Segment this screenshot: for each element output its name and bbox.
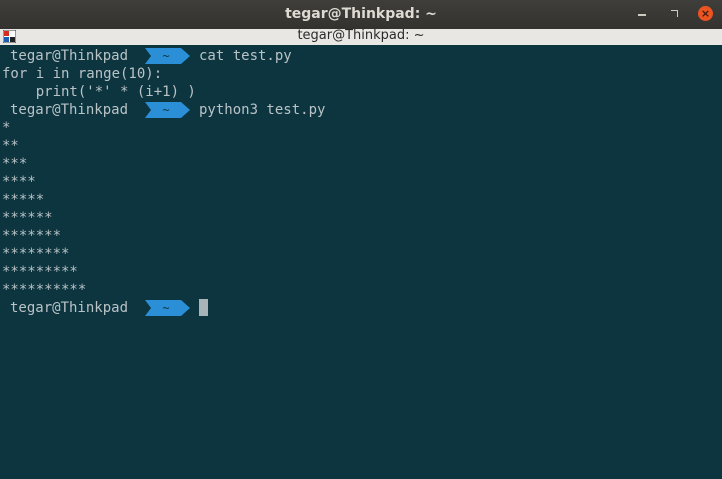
output-line: ******* (2, 228, 62, 244)
prompt-user-host: tegar@Thinkpad (10, 300, 129, 316)
window-title: tegar@Thinkpad: ~ (285, 6, 437, 22)
output-line: ****** (2, 210, 53, 226)
prompt-dir-segment: ~ (145, 48, 190, 64)
output-line: **** (2, 174, 36, 190)
output-line: *** (2, 156, 28, 172)
output-line: ** (2, 138, 19, 154)
text-cursor (199, 299, 208, 316)
prompt-user-host: tegar@Thinkpad (10, 102, 129, 118)
prompt-command: python3 test.py (199, 102, 326, 118)
close-button[interactable]: × (698, 6, 713, 21)
terminal-output[interactable]: tegar@Thinkpad ~ cat test.py for i in range… (0, 45, 722, 479)
prompt-dir-segment: ~ (145, 300, 190, 316)
minimize-icon (638, 14, 646, 16)
output-line: ***** (2, 192, 45, 208)
maximize-button[interactable] (667, 7, 681, 21)
output-line: ********* (2, 264, 78, 280)
prompt-user-host: tegar@Thinkpad (10, 48, 129, 64)
prompt-dir: ~ (162, 301, 169, 315)
maximize-icon (671, 10, 678, 17)
prompt-dir: ~ (162, 103, 169, 117)
prompt-dir: ~ (162, 49, 169, 63)
close-icon: × (700, 7, 711, 20)
window-title-bar[interactable]: tegar@Thinkpad: ~ × (0, 0, 722, 29)
terminal-tab-bar: tegar@Thinkpad: ~ (0, 28, 722, 45)
output-line: * (2, 120, 11, 136)
prompt-line: tegar@Thinkpad ~ python3 test.py (2, 101, 718, 119)
prompt-line: tegar@Thinkpad ~ (2, 299, 718, 317)
minimize-button[interactable] (635, 7, 649, 21)
tab-title: tegar@Thinkpad: ~ (297, 28, 425, 43)
prompt-line: tegar@Thinkpad ~ cat test.py (2, 47, 718, 65)
output-line: ******** (2, 246, 70, 262)
output-line: print('*' * (i+1) ) (2, 84, 196, 100)
output-line: ********** (2, 282, 87, 298)
output-line: for i in range(10): (2, 66, 163, 82)
prompt-dir-segment: ~ (145, 102, 190, 118)
prompt-command: cat test.py (199, 48, 292, 64)
